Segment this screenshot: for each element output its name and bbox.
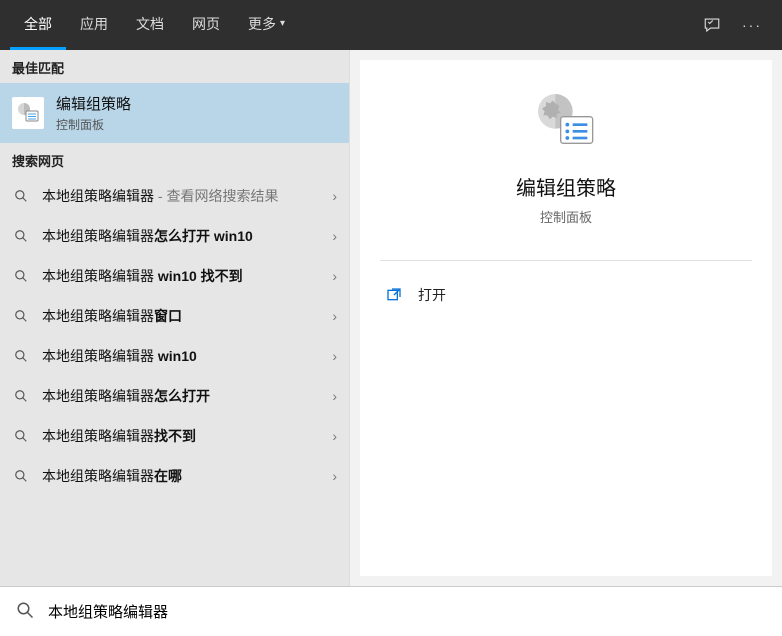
web-result-item[interactable]: 本地组策略编辑器 win10 › [0, 336, 349, 376]
search-icon [12, 307, 30, 325]
open-action[interactable]: 打开 [360, 275, 772, 315]
web-result-label: 本地组策略编辑器 win10 找不到 [42, 266, 320, 286]
best-match-item[interactable]: 编辑组策略 控制面板 [0, 83, 349, 143]
chevron-right-icon: › [332, 468, 337, 484]
web-result-item[interactable]: 本地组策略编辑器怎么打开 › [0, 376, 349, 416]
tab-documents[interactable]: 文档 [122, 0, 178, 50]
open-icon [384, 287, 404, 303]
web-result-label: 本地组策略编辑器窗口 [42, 306, 320, 326]
tab-label: 网页 [192, 14, 220, 34]
detail-pane: 编辑组策略 控制面板 打开 [360, 60, 772, 576]
web-result-label: 本地组策略编辑器 - 查看网络搜索结果 [42, 186, 320, 206]
results-list: 最佳匹配 编辑组策略 控制面板 搜索网页 本地组策略编辑器 - 查看网络搜索结果… [0, 50, 350, 586]
options-button[interactable]: ··· [732, 0, 772, 50]
web-result-item[interactable]: 本地组策略编辑器 win10 找不到 › [0, 256, 349, 296]
search-bar [0, 586, 782, 636]
web-results-header: 搜索网页 [0, 143, 349, 176]
best-match-subtitle: 控制面板 [56, 116, 131, 133]
search-icon [12, 187, 30, 205]
chevron-right-icon: › [332, 268, 337, 284]
chevron-down-icon: ▾ [280, 18, 285, 29]
chevron-right-icon: › [332, 308, 337, 324]
web-result-item[interactable]: 本地组策略编辑器怎么打开 win10 › [0, 216, 349, 256]
web-result-item[interactable]: 本地组策略编辑器在哪 › [0, 456, 349, 496]
web-result-item[interactable]: 本地组策略编辑器 - 查看网络搜索结果 › [0, 176, 349, 216]
chevron-right-icon: › [332, 428, 337, 444]
web-result-item[interactable]: 本地组策略编辑器窗口 › [0, 296, 349, 336]
tab-apps[interactable]: 应用 [66, 0, 122, 50]
search-icon [12, 467, 30, 485]
search-filter-bar: 全部 应用 文档 网页 更多 ▾ ··· [0, 0, 782, 50]
tab-label: 全部 [24, 14, 52, 34]
tab-label: 文档 [136, 14, 164, 34]
ellipsis-icon: ··· [742, 17, 762, 33]
feedback-icon [703, 16, 721, 34]
chevron-right-icon: › [332, 348, 337, 364]
feedback-button[interactable] [692, 0, 732, 50]
search-icon [16, 601, 34, 622]
tab-web[interactable]: 网页 [178, 0, 234, 50]
web-result-label: 本地组策略编辑器怎么打开 win10 [42, 226, 320, 246]
best-match-header: 最佳匹配 [0, 50, 349, 83]
detail-header: 编辑组策略 控制面板 [360, 60, 772, 246]
results-area: 最佳匹配 编辑组策略 控制面板 搜索网页 本地组策略编辑器 - 查看网络搜索结果… [0, 50, 782, 586]
web-result-label: 本地组策略编辑器在哪 [42, 466, 320, 486]
search-input[interactable] [48, 603, 766, 620]
search-icon [12, 387, 30, 405]
search-icon [12, 347, 30, 365]
gpedit-icon [12, 97, 44, 129]
search-icon [12, 267, 30, 285]
tab-label: 更多 [248, 14, 276, 34]
detail-title: 编辑组策略 [516, 172, 616, 201]
tab-more[interactable]: 更多 ▾ [234, 0, 299, 50]
web-result-label: 本地组策略编辑器找不到 [42, 426, 320, 446]
chevron-right-icon: › [332, 188, 337, 204]
web-result-item[interactable]: 本地组策略编辑器找不到 › [0, 416, 349, 456]
chevron-right-icon: › [332, 388, 337, 404]
detail-subtitle: 控制面板 [540, 207, 592, 226]
divider [380, 260, 752, 261]
chevron-right-icon: › [332, 228, 337, 244]
tab-all[interactable]: 全部 [10, 0, 66, 50]
search-icon [12, 427, 30, 445]
web-result-label: 本地组策略编辑器怎么打开 [42, 386, 320, 406]
search-icon [12, 227, 30, 245]
filter-tabs: 全部 应用 文档 网页 更多 ▾ [10, 0, 299, 50]
open-label: 打开 [418, 285, 446, 305]
best-match-title: 编辑组策略 [56, 93, 131, 114]
web-result-label: 本地组策略编辑器 win10 [42, 346, 320, 366]
tab-label: 应用 [80, 14, 108, 34]
gpedit-large-icon [534, 90, 598, 154]
